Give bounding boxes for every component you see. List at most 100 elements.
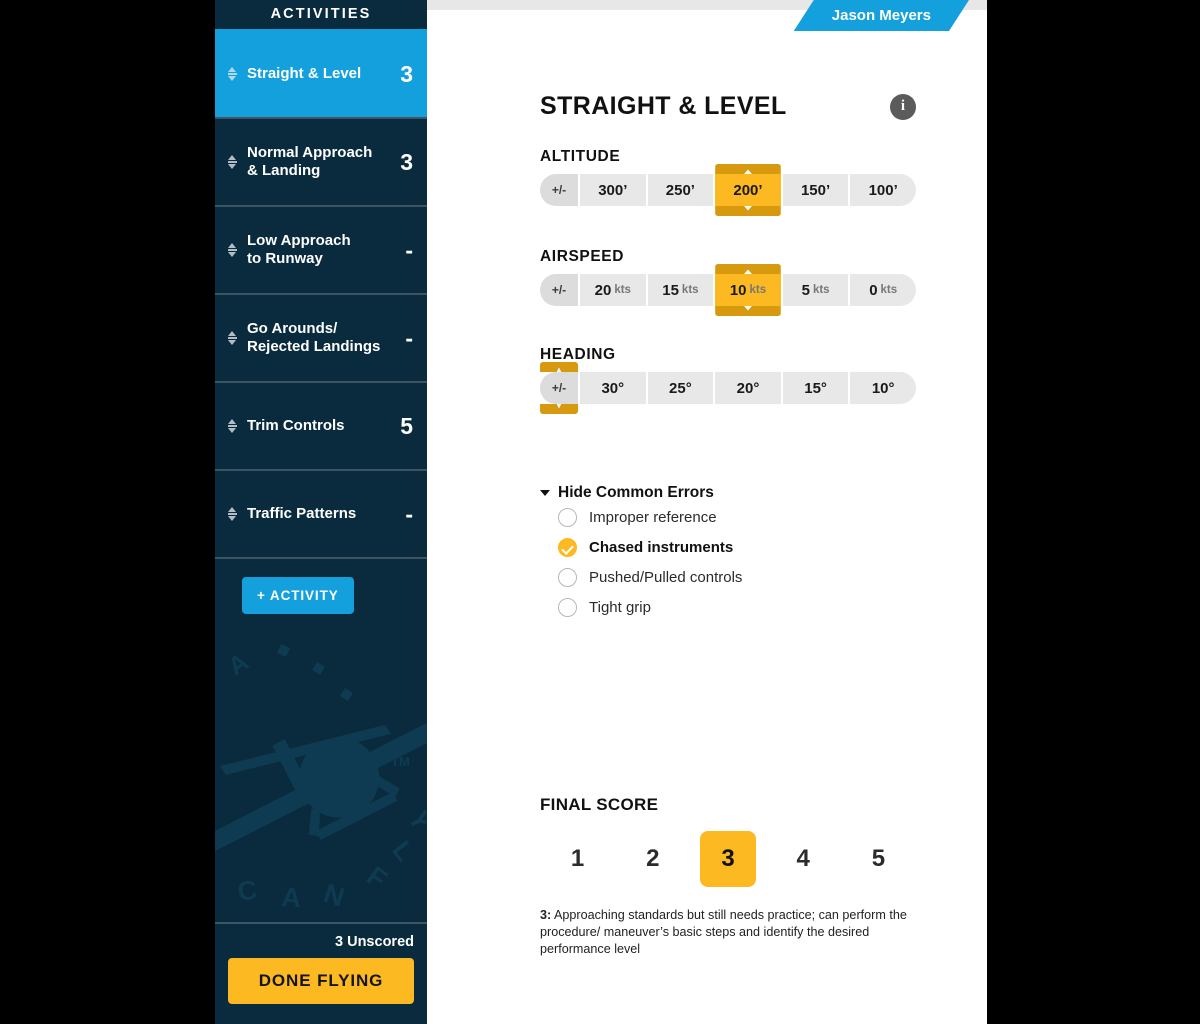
tolerance-chip-value: 15 [662,281,679,299]
radio-circle-icon[interactable] [558,567,577,587]
tolerance-chip-unit: kts [749,284,767,296]
final-score-option[interactable]: 4 [775,831,831,887]
sidebar-item-traffic-patterns[interactable]: Traffic Patterns - [215,469,427,557]
final-score-cell: 5 [841,831,916,887]
tolerance-chip[interactable]: 150’ [782,174,849,206]
tolerance-chip-value: +/- [551,381,567,395]
tolerance-chip[interactable]: 200’ [715,174,781,206]
tolerance-chip[interactable]: 5 kts [782,274,849,306]
tolerance-chip-group: +/- 300’ 250’ 200’ 150’ 100’ [540,174,916,206]
sidebar-item-go-arounds-rejected-landings[interactable]: Go Arounds/Rejected Landings - [215,293,427,381]
you-can-fly-watermark: U C A N F L Y A TM [215,644,427,913]
svg-text:C: C [236,875,259,907]
drag-handle-icon[interactable] [221,331,243,345]
sidebar-item-straight-level[interactable]: Straight & Level 3 [215,29,427,117]
svg-text:N: N [320,878,348,913]
tolerance-chip-unit: kts [880,284,898,296]
tolerance-chip[interactable]: 250’ [647,174,714,206]
tolerance-chip-value: +/- [551,183,567,197]
final-score-option[interactable]: 2 [625,831,681,887]
tolerance-chip-unit: kts [681,284,699,296]
chevron-down-icon [540,490,550,496]
radio-circle-icon[interactable] [558,597,577,617]
tolerance-chip[interactable]: 20 kts [580,274,646,306]
check-circle-icon[interactable] [558,537,577,557]
drag-handle-icon[interactable] [221,243,243,257]
svg-text:A: A [223,648,253,681]
add-activity-button[interactable]: + ACTIVITY [242,577,354,614]
final-score-label: FINAL SCORE [540,795,659,814]
tolerance-chip[interactable]: 15° [782,372,849,404]
sidebar-item-label: Go Arounds/Rejected Landings [247,320,381,355]
svg-text:L: L [386,835,420,866]
student-name-banner: Jason Meyers [794,0,969,31]
svg-text:Y: Y [403,806,427,835]
final-score-description-prefix: 3: [540,908,552,922]
tolerance-chip[interactable]: 25° [647,372,714,404]
tolerance-chip-value: 30° [601,379,625,397]
tolerance-chip[interactable]: 15 kts [647,274,714,306]
hide-common-errors-toggle[interactable]: Hide Common Errors [540,484,916,502]
common-error-row[interactable]: Pushed/Pulled controls [540,562,916,592]
common-error-row[interactable]: Tight grip [540,592,916,622]
sidebar-item-label: Straight & Level [247,65,362,82]
final-score-option[interactable]: 1 [550,831,606,887]
tolerance-chip[interactable]: 20° [715,372,781,404]
common-error-label: Tight grip [589,598,651,616]
tolerance-chip[interactable]: +/- [540,274,578,306]
info-icon[interactable]: i [890,93,916,120]
tolerance-chip[interactable]: +/- [540,174,578,206]
sidebar-item-score: 3 [400,60,413,87]
main-content: Jason Meyers STRAIGHT & LEVEL i ALTITUDE… [427,0,987,1024]
tolerance-chip-group: +/- 30° 25° 20° 15° 10° [540,372,916,404]
tolerance-group-label: AIRSPEED [540,248,625,265]
tolerance-chip[interactable]: 0 kts [850,274,916,306]
sidebar: U C A N F L Y A TM ACTIVITIES Straight &… [215,0,427,1024]
final-score-cell: 3 [690,831,765,887]
drag-handle-icon[interactable] [221,419,243,433]
sidebar-header: ACTIVITIES [215,0,427,29]
tolerance-chip[interactable]: 100’ [850,174,916,206]
unscored-count: 3 Unscored [335,934,414,950]
common-error-row[interactable]: Improper reference [540,502,916,532]
final-score-option[interactable]: 3 [700,831,756,887]
tolerance-chip-value: 300’ [598,181,628,199]
tolerance-chip[interactable]: 300’ [580,174,646,206]
tolerance-chip-value: 20 [594,281,612,299]
drag-handle-icon[interactable] [221,155,243,169]
tolerance-chip[interactable]: 30° [580,372,646,404]
sidebar-item-low-approach-to-runway[interactable]: Low Approach to Runway - [215,205,427,293]
tolerance-chip-unit: kts [614,284,631,296]
tolerance-chip[interactable]: +/- [540,372,578,404]
final-score-cell: 1 [540,831,615,887]
common-error-label: Improper reference [589,508,717,526]
final-score-cell: 4 [766,831,841,887]
app-window: U C A N F L Y A TM ACTIVITIES Straight &… [215,0,987,1024]
final-score-option[interactable]: 5 [850,831,906,887]
hide-common-errors-label: Hide Common Errors [558,484,714,501]
common-error-row[interactable]: Chased instruments [540,532,916,562]
sidebar-item-score: - [405,500,413,527]
sidebar-item-label: Normal Approach & Landing [247,144,373,179]
sidebar-footer: 3 Unscored DONE FLYING [215,922,427,1024]
tolerance-chip-value: 150’ [800,181,831,199]
radio-circle-icon[interactable] [558,507,577,527]
sidebar-item-score: 5 [400,412,413,439]
sidebar-item-trim-controls[interactable]: Trim Controls 5 [215,381,427,469]
common-error-label: Chased instruments [589,538,734,556]
page-title: STRAIGHT & LEVEL [540,92,787,120]
final-score-cell: 2 [615,831,690,887]
tolerance-chip[interactable]: 10 kts [715,274,781,306]
tolerance-chip-unit: kts [812,284,830,296]
sidebar-item-label: Traffic Patterns [247,505,357,522]
tolerance-chip[interactable]: 10° [850,372,916,404]
tolerance-chip-value: 200’ [733,181,763,199]
tolerance-chip-value: 20° [736,379,760,397]
sidebar-item-normal-approach-landing[interactable]: Normal Approach & Landing 3 [215,117,427,205]
tolerance-chip-value: +/- [551,283,567,297]
drag-handle-icon[interactable] [221,67,243,81]
drag-handle-icon[interactable] [221,507,243,521]
final-score-section: FINAL SCORE 12345 3: Approaching standar… [540,795,916,958]
sidebar-item-label: Low Approach to Runway [247,232,351,267]
done-flying-button[interactable]: DONE FLYING [228,958,414,1004]
